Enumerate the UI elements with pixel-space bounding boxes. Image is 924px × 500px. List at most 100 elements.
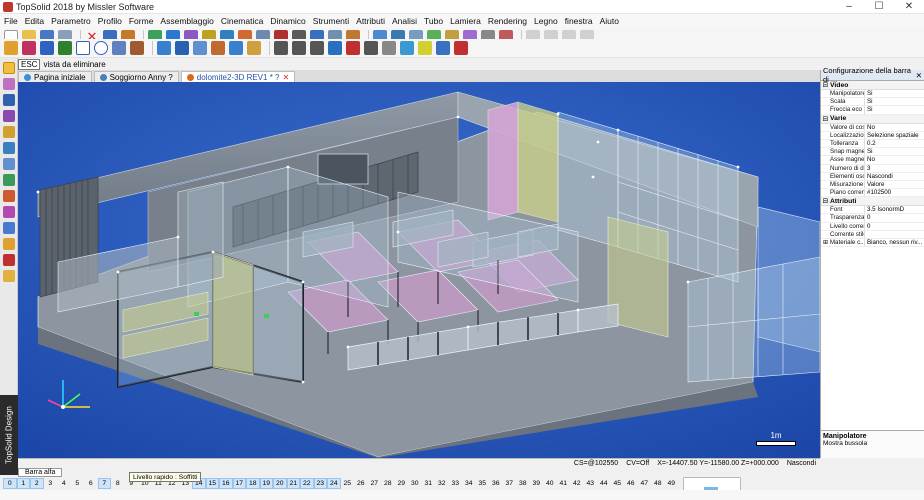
menu-finestra[interactable]: finestra [565, 16, 593, 26]
sketch-tool-icon[interactable] [3, 62, 15, 74]
close-tool-icon[interactable] [454, 41, 468, 55]
tab-dolomite2[interactable]: dolomite2-3D REV1 * ? ✕ [180, 71, 296, 82]
level-button[interactable]: 15 [205, 478, 219, 489]
property-value[interactable]: Si [864, 106, 924, 114]
level-button[interactable]: 17 [232, 478, 246, 489]
pencil-icon[interactable] [4, 41, 18, 55]
analysis-tool-icon[interactable] [3, 142, 15, 154]
menu-aiuto[interactable]: Aiuto [600, 16, 619, 26]
property-row[interactable]: LocalizzazioneSelezione spaziale [821, 131, 924, 140]
level-button[interactable]: 37 [503, 478, 517, 489]
level-button[interactable]: 43 [584, 478, 598, 489]
property-row[interactable]: Corrente stile d... [821, 230, 924, 239]
layer-tab[interactable]: Barra alfa [18, 467, 63, 477]
property-row[interactable]: Asse magneticoNo [821, 156, 924, 165]
property-value[interactable]: No [864, 123, 924, 131]
array-icon[interactable] [400, 41, 414, 55]
property-value[interactable]: Si [864, 148, 924, 156]
property-row[interactable]: Freccia eco Si [821, 106, 924, 115]
level-button[interactable]: 34 [462, 478, 476, 489]
level-button[interactable]: 24 [327, 478, 341, 489]
level-button[interactable]: 1 [16, 478, 30, 489]
level-button[interactable]: 28 [381, 478, 395, 489]
level-button[interactable]: 16 [219, 478, 233, 489]
view-tool-icon[interactable] [3, 222, 15, 234]
section-varie[interactable]: ⊟ Varie [821, 114, 924, 124]
dimension-icon[interactable] [436, 41, 450, 55]
3d-viewport[interactable]: 1m [18, 82, 820, 458]
level-button[interactable]: 2 [30, 478, 44, 489]
level-button[interactable]: 7 [97, 478, 111, 489]
section-attributi[interactable]: ⊟ Attributi [821, 197, 924, 207]
level-button[interactable]: 41 [557, 478, 571, 489]
property-value[interactable] [864, 230, 924, 238]
level-button[interactable]: 31 [422, 478, 436, 489]
copy-icon[interactable] [382, 41, 396, 55]
escape-key[interactable]: ESC [18, 58, 41, 70]
menu-legno[interactable]: Legno [534, 16, 558, 26]
menu-rendering[interactable]: Rendering [488, 16, 527, 26]
tab-pagina-iniziale[interactable]: Pagina iniziale [18, 71, 92, 82]
level-button[interactable]: 27 [368, 478, 382, 489]
level-button[interactable]: 19 [259, 478, 273, 489]
level-button[interactable]: 32 [435, 478, 449, 489]
property-value[interactable]: Si [864, 90, 924, 98]
curve-icon[interactable] [58, 41, 72, 55]
menu-tubo[interactable]: Tubo [424, 16, 443, 26]
property-value[interactable]: Nascondi [864, 172, 924, 180]
hole-icon[interactable] [229, 41, 243, 55]
level-button[interactable]: 21 [286, 478, 300, 489]
property-value[interactable]: No [864, 156, 924, 164]
trim-icon[interactable] [274, 41, 288, 55]
level-button[interactable]: 48 [651, 478, 665, 489]
level-button[interactable]: 0 [3, 478, 17, 489]
property-value[interactable]: Bianco, nessun riv... [864, 239, 924, 247]
level-button[interactable]: 36 [489, 478, 503, 489]
menu-strumenti[interactable]: Strumenti [313, 16, 349, 26]
property-row[interactable]: Piano corrente#102500 [821, 189, 924, 198]
menu-edita[interactable]: Edita [25, 16, 44, 26]
level-button[interactable]: 33 [449, 478, 463, 489]
circle-tool-icon[interactable] [94, 41, 108, 55]
property-value[interactable]: Valore [864, 180, 924, 189]
library-tool-icon[interactable] [3, 270, 15, 282]
level-button[interactable]: 38 [516, 478, 530, 489]
render-tool-icon[interactable] [3, 206, 15, 218]
menu-file[interactable]: File [4, 16, 18, 26]
wood-tool-icon[interactable] [3, 190, 15, 202]
level-button[interactable]: 39 [530, 478, 544, 489]
level-button[interactable]: 3 [44, 478, 58, 489]
level-button[interactable]: 4 [57, 478, 71, 489]
property-row[interactable]: Snap magneticoSi [821, 148, 924, 157]
level-button[interactable]: 40 [543, 478, 557, 489]
offset-icon[interactable] [130, 41, 144, 55]
property-value[interactable]: 0 [864, 222, 924, 230]
spline-icon[interactable] [40, 41, 54, 55]
level-button[interactable]: 5 [71, 478, 85, 489]
property-value[interactable]: 0 [864, 214, 924, 222]
status-mode[interactable]: Nascondi [787, 460, 816, 467]
level-button[interactable]: 47 [638, 478, 652, 489]
level-button[interactable]: 23 [313, 478, 327, 489]
material-tool-icon[interactable] [3, 254, 15, 266]
level-button[interactable]: 42 [570, 478, 584, 489]
property-row[interactable]: Font 3.5 IsonormD [821, 206, 924, 215]
fillet-icon[interactable] [211, 41, 225, 55]
tag-icon[interactable] [418, 41, 432, 55]
collapse-icon[interactable]: ⊟ [821, 197, 830, 205]
ellipse-icon[interactable] [112, 41, 126, 55]
property-value[interactable]: 0.2 [864, 139, 924, 148]
property-value[interactable]: Si [864, 98, 924, 106]
property-value[interactable]: Selezione spaziale [864, 131, 924, 139]
property-row[interactable]: Numero di deci...3 [821, 164, 924, 173]
collapse-icon[interactable]: ⊟ [821, 81, 830, 89]
property-row[interactable]: Manipolatore Si [821, 90, 924, 99]
menu-dinamico[interactable]: Dinamico [270, 16, 305, 26]
property-row[interactable]: Misurazione Valore [821, 180, 924, 190]
property-value[interactable]: 3 [864, 164, 924, 172]
close-button[interactable]: ✕ [894, 0, 924, 14]
light-tool-icon[interactable] [3, 238, 15, 250]
menu-cinematica[interactable]: Cinematica [221, 16, 264, 26]
move-icon[interactable] [328, 41, 342, 55]
property-row[interactable]: Elementi oscuratiNascondi [821, 172, 924, 181]
